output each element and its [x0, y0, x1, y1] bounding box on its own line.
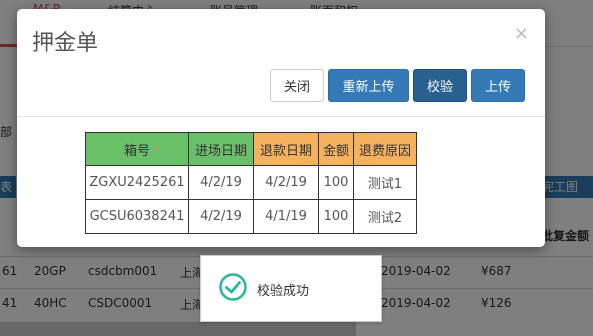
table-cell: 4/1/19: [253, 199, 319, 234]
table-cell: 100: [318, 165, 354, 200]
table-cell: ZGXU2425261: [85, 165, 189, 200]
header-refund-reason: 退费原因: [353, 132, 417, 166]
header-refund-date: 退款日期: [253, 132, 319, 166]
close-button[interactable]: 关闭: [270, 69, 324, 102]
table-row: GCSU6038241 4/2/19 4/1/19 100 测试2: [85, 199, 417, 234]
table-cell: 4/2/19: [188, 199, 254, 234]
table-cell: 4/2/19: [188, 165, 254, 200]
header-amount: 金额: [318, 132, 354, 166]
table-cell: 测试2: [353, 199, 417, 234]
modal-toolbar: 关闭 重新上传 校验 上传: [270, 69, 525, 102]
deposit-modal: 押金单 × 关闭 重新上传 校验 上传 箱号 进场日期 退款日期 金额 退费原因…: [17, 9, 545, 247]
deposit-table: 箱号 进场日期 退款日期 金额 退费原因 ZGXU2425261 4/2/19 …: [85, 132, 417, 234]
header-entry-date: 进场日期: [188, 132, 254, 166]
reupload-button[interactable]: 重新上传: [328, 69, 409, 102]
table-cell: GCSU6038241: [85, 199, 189, 234]
modal-divider: [17, 116, 545, 117]
check-circle-icon: [219, 273, 247, 301]
close-icon[interactable]: ×: [514, 23, 529, 44]
success-toast: 校验成功: [200, 255, 382, 322]
toast-message: 校验成功: [257, 284, 310, 299]
header-container-no: 箱号: [85, 132, 189, 166]
table-header-row: 箱号 进场日期 退款日期 金额 退费原因: [85, 132, 417, 166]
modal-title: 押金单: [32, 31, 99, 56]
table-cell: 测试1: [353, 165, 417, 200]
table-row: ZGXU2425261 4/2/19 4/2/19 100 测试1: [85, 165, 417, 200]
table-cell: 100: [318, 199, 354, 234]
upload-button[interactable]: 上传: [471, 69, 525, 102]
verify-button[interactable]: 校验: [413, 69, 467, 102]
table-cell: 4/2/19: [253, 165, 319, 200]
